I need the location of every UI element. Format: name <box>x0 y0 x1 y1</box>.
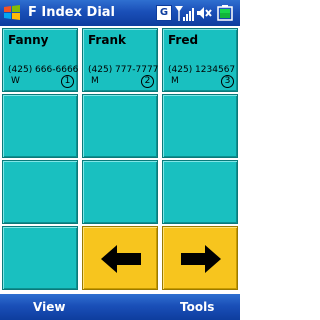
app-title: F Index Dial <box>28 5 116 20</box>
tools-menu-button[interactable]: Tools <box>180 300 214 314</box>
empty-tile[interactable] <box>82 94 158 158</box>
contact-name: Fanny <box>8 33 49 47</box>
contact-phone-type: W <box>11 76 20 86</box>
speed-dial-index-badge: 3 <box>221 75 234 88</box>
contact-phone: (425) 1234567 <box>168 65 236 75</box>
contact-tile-fanny[interactable]: Fanny (425) 666-6666 W 1 <box>2 28 78 92</box>
title-bar: F Index Dial G <box>0 0 240 26</box>
speed-dial-grid: Fanny (425) 666-6666 W 1 Frank (425) 777… <box>0 26 240 294</box>
contact-phone-type: M <box>91 76 99 86</box>
speed-dial-index-badge: 2 <box>141 75 154 88</box>
arrow-right-icon <box>181 245 221 273</box>
empty-tile[interactable] <box>162 94 238 158</box>
speed-dial-index-badge: 1 <box>61 75 74 88</box>
contact-phone-type: M <box>171 76 179 86</box>
next-page-button[interactable] <box>162 226 238 290</box>
contact-phone: (425) 777-7777 <box>88 65 159 75</box>
g-indicator-icon[interactable]: G <box>156 5 172 21</box>
contact-tile-fred[interactable]: Fred (425) 1234567 M 3 <box>162 28 238 92</box>
windows-start-icon[interactable] <box>2 3 22 23</box>
soft-key-bar: View Tools <box>0 294 240 320</box>
previous-page-button[interactable] <box>82 226 158 290</box>
contact-name: Frank <box>88 33 126 47</box>
view-menu-button[interactable]: View <box>33 300 65 314</box>
empty-tile[interactable] <box>82 160 158 224</box>
signal-strength-icon[interactable] <box>174 4 194 22</box>
screen: F Index Dial G Fanny (425) 666-6666 W 1 … <box>0 0 240 320</box>
contact-name: Fred <box>168 33 199 47</box>
empty-tile[interactable] <box>2 160 78 224</box>
empty-tile[interactable] <box>162 160 238 224</box>
contact-tile-frank[interactable]: Frank (425) 777-7777 M 2 <box>82 28 158 92</box>
empty-tile[interactable] <box>2 226 78 290</box>
empty-tile[interactable] <box>2 94 78 158</box>
contact-phone: (425) 666-6666 <box>8 65 79 75</box>
arrow-left-icon <box>101 245 141 273</box>
battery-icon[interactable] <box>216 4 238 22</box>
volume-mute-icon[interactable] <box>195 4 213 22</box>
